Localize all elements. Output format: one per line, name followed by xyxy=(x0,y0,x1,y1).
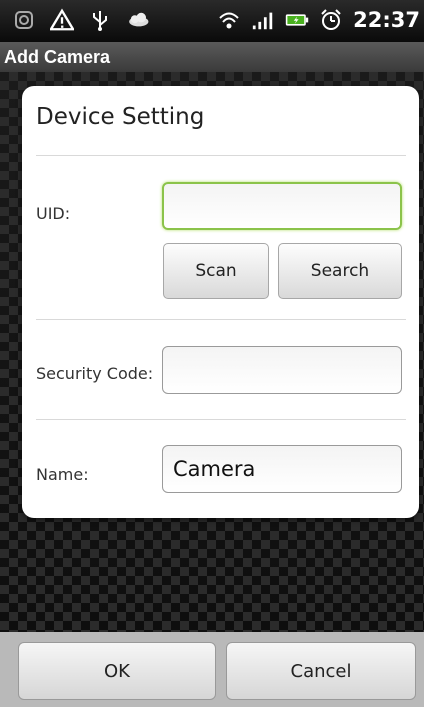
uid-input[interactable] xyxy=(162,182,402,230)
cancel-button[interactable]: Cancel xyxy=(226,642,416,700)
search-button[interactable]: Search xyxy=(278,243,402,299)
security-code-label: Security Code: xyxy=(36,364,154,383)
divider xyxy=(36,155,406,156)
uid-label: UID: xyxy=(36,204,71,223)
weather-icon xyxy=(126,8,150,32)
ok-button[interactable]: OK xyxy=(18,642,216,700)
status-bar: 22:37 xyxy=(0,0,424,42)
bottom-bar: OK Cancel xyxy=(0,632,424,707)
dialog-title: Device Setting xyxy=(36,104,205,130)
sim-icon xyxy=(12,8,36,32)
warning-icon xyxy=(50,8,74,32)
wifi-icon xyxy=(217,8,241,32)
clock: 22:37 xyxy=(353,8,420,32)
divider xyxy=(36,319,406,320)
security-code-input[interactable] xyxy=(162,346,402,394)
name-label: Name: xyxy=(36,465,89,484)
name-input[interactable] xyxy=(162,445,402,493)
scan-button[interactable]: Scan xyxy=(163,243,269,299)
usb-icon xyxy=(88,8,112,32)
battery-icon xyxy=(285,8,309,32)
page-title: Add Camera xyxy=(4,47,111,67)
divider xyxy=(36,419,406,420)
device-setting-dialog: Device Setting UID: Scan Search Security… xyxy=(22,86,419,518)
alarm-icon xyxy=(319,8,343,32)
signal-icon xyxy=(251,8,275,32)
title-bar: Add Camera xyxy=(0,42,424,72)
